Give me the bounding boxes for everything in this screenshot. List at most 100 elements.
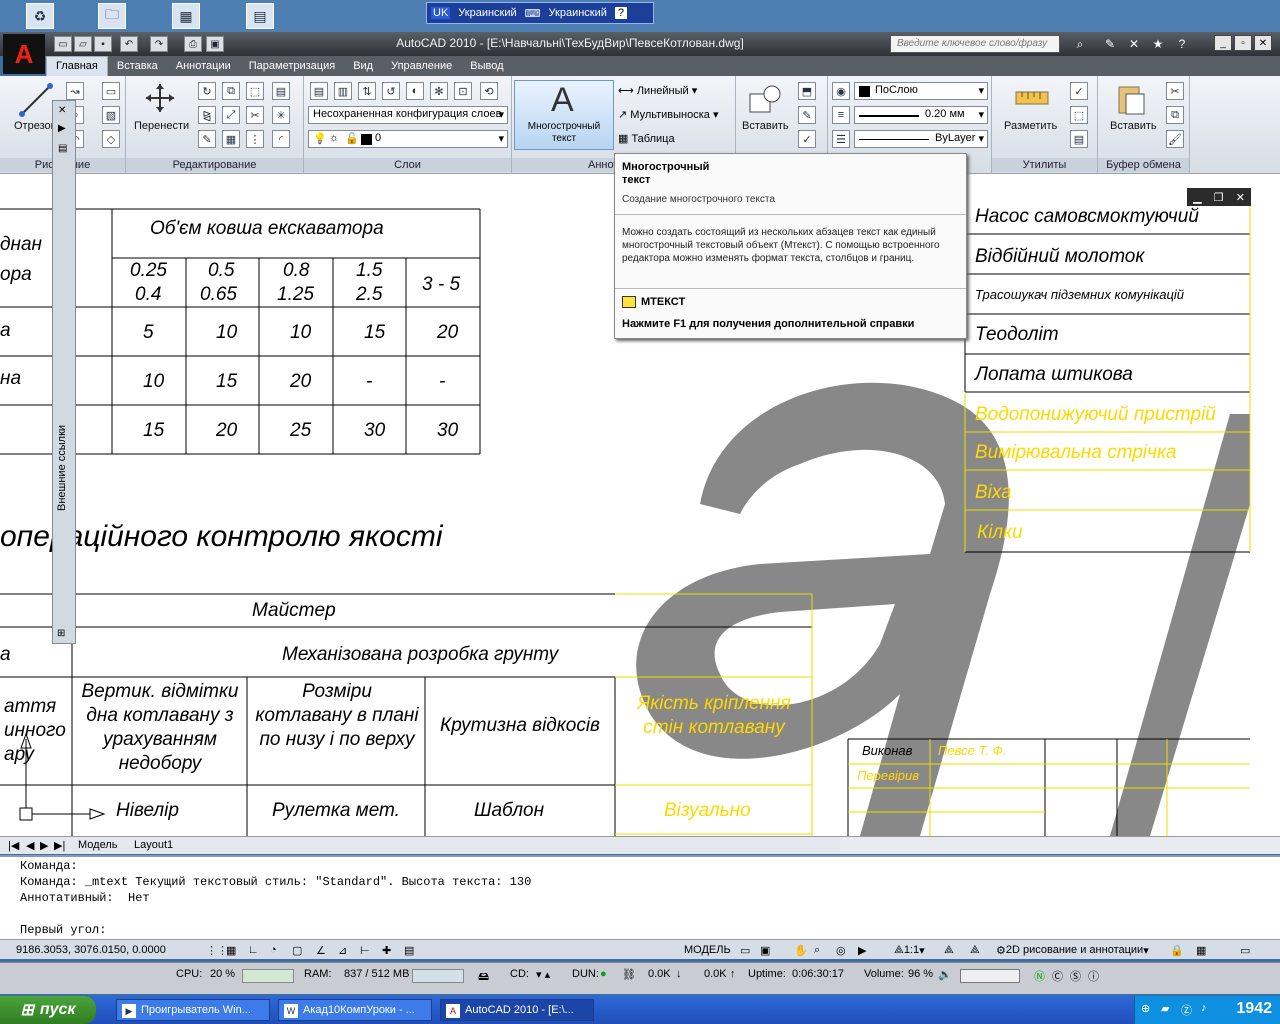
drawing-restore-icon[interactable]: ❐ bbox=[1214, 191, 1224, 204]
cut-icon[interactable]: ✂ bbox=[1166, 82, 1184, 100]
explode-icon[interactable]: ✳ bbox=[272, 106, 290, 124]
mtext-button[interactable]: A Многострочный текст bbox=[514, 80, 614, 150]
speaker-tray-icon[interactable]: ♪ bbox=[1201, 1002, 1207, 1014]
horizontal-scrollbar[interactable] bbox=[840, 836, 1280, 854]
layer-match-icon[interactable]: ⇅ bbox=[358, 82, 376, 100]
open-file-icon[interactable]: ▱ bbox=[74, 36, 92, 52]
last-tab-icon[interactable]: ▶| bbox=[54, 839, 65, 852]
prev-tab-icon[interactable]: ◀ bbox=[26, 839, 34, 852]
zoom-icon[interactable]: ⌕ bbox=[814, 942, 820, 958]
recycle-icon[interactable]: ♻ bbox=[26, 3, 54, 29]
command-line[interactable]: Команда: Команда: _mtext Текущий текстов… bbox=[0, 855, 1280, 939]
layer-state-select[interactable]: Несохраненная конфигурация слоев bbox=[308, 106, 508, 124]
polar-icon[interactable]: ◔ bbox=[270, 942, 277, 958]
layer-previous-icon[interactable]: ↺ bbox=[382, 82, 400, 100]
language-2[interactable]: Украинский bbox=[549, 7, 607, 19]
erase-icon[interactable]: ✎ bbox=[198, 130, 216, 148]
ortho-icon[interactable]: ∟ bbox=[248, 942, 259, 958]
wrench-icon[interactable]: ✎ bbox=[1100, 35, 1120, 53]
lineweight-icon[interactable]: ≡ bbox=[832, 106, 850, 124]
osnap-icon[interactable]: ▢ bbox=[292, 942, 302, 958]
clean-screen-icon[interactable]: ▭ bbox=[1240, 942, 1250, 958]
maximize-button[interactable]: ▫ bbox=[1234, 35, 1252, 51]
palette-close-icon[interactable]: ✕ bbox=[58, 105, 66, 116]
ducs-icon[interactable]: ⊿ bbox=[338, 942, 347, 958]
palette-properties-icon[interactable]: ▤ bbox=[58, 143, 67, 154]
task-word-doc[interactable]: W Акад10КомпУроки - ... bbox=[278, 999, 432, 1021]
layer-walk-icon[interactable]: ⟲ bbox=[480, 82, 498, 100]
drawing-close-icon[interactable]: ✕ bbox=[1236, 191, 1245, 204]
folder-icon[interactable]: 🗀 bbox=[98, 3, 126, 29]
cd-eject-icon[interactable]: ▾ ▴ bbox=[536, 968, 550, 981]
xref-palette[interactable]: ✕ ▶ ▤ Внешние ссылки ⊞ bbox=[52, 100, 76, 644]
table-button[interactable]: ▦ Таблица bbox=[618, 132, 675, 145]
otrack-icon[interactable]: ∠ bbox=[316, 942, 326, 958]
annotation-scale[interactable]: ⟁ 1:1 ▾ bbox=[894, 942, 925, 958]
help-icon[interactable]: ? bbox=[1172, 35, 1192, 53]
z-tray-icon[interactable]: Ⓩ bbox=[1181, 1002, 1192, 1018]
color-wheel-icon[interactable]: ◉ bbox=[832, 82, 850, 100]
volume-slider[interactable] bbox=[960, 969, 1020, 983]
model-toggle[interactable]: МОДЕЛЬ bbox=[684, 942, 731, 958]
speaker-icon[interactable]: 🔈 bbox=[938, 968, 952, 981]
lock-toolbars-icon[interactable]: 🔒 bbox=[1170, 942, 1184, 958]
quick-select-icon[interactable]: ✓ bbox=[1070, 82, 1088, 100]
coordinates-readout[interactable]: 9186.3053, 3076.0150, 0.0000 bbox=[16, 942, 166, 958]
first-tab-icon[interactable]: |◀ bbox=[8, 839, 19, 852]
close-button[interactable]: ✕ bbox=[1254, 35, 1272, 51]
plot-preview-icon[interactable]: ▣ bbox=[206, 36, 224, 52]
palette-autohide-icon[interactable]: ▶ bbox=[58, 123, 66, 134]
tab-parametric[interactable]: Параметризация bbox=[240, 57, 344, 76]
linear-dimension-button[interactable]: ⟷ Линейный ▾ bbox=[618, 84, 697, 97]
measure-label[interactable]: Разметить bbox=[1004, 120, 1057, 132]
match-properties-icon[interactable]: 🖌 bbox=[1166, 130, 1184, 148]
snap-icon[interactable]: ⋮⋮ bbox=[206, 942, 228, 958]
task-media-player[interactable]: ▶ Проигрыватель Win... bbox=[116, 999, 270, 1021]
pan-icon[interactable]: ✋ bbox=[794, 942, 808, 958]
lang-help-button[interactable]: ? bbox=[614, 7, 628, 19]
rotate-icon[interactable]: ↻ bbox=[198, 82, 216, 100]
polyline-icon[interactable]: ↝ bbox=[66, 82, 84, 100]
clock[interactable]: 1942 bbox=[1236, 1000, 1272, 1018]
redo-icon[interactable]: ↷ bbox=[150, 36, 168, 52]
star-icon[interactable]: ★ bbox=[1148, 35, 1168, 53]
trim-icon[interactable]: ✂ bbox=[246, 106, 264, 124]
language-1[interactable]: Украинский bbox=[458, 7, 516, 19]
tab-insert[interactable]: Вставка bbox=[108, 57, 167, 76]
edit-block-icon[interactable]: ✎ bbox=[798, 106, 816, 124]
tab-home[interactable]: Главная bbox=[46, 56, 108, 76]
move-icon[interactable] bbox=[144, 82, 176, 114]
calculator-small-icon[interactable]: ▤ bbox=[1070, 130, 1088, 148]
line-icon[interactable] bbox=[18, 82, 54, 118]
search-input[interactable]: Введите ключевое слово/фразу bbox=[890, 35, 1060, 53]
linetype-select[interactable]: ByLayer bbox=[854, 130, 988, 148]
info-icon[interactable]: ⓘ bbox=[1088, 968, 1099, 984]
array-icon[interactable]: ▦ bbox=[222, 130, 240, 148]
next-tab-icon[interactable]: ▶ bbox=[40, 839, 48, 852]
insert-block-icon[interactable] bbox=[748, 84, 782, 116]
copy-icon[interactable]: ⧉ bbox=[222, 82, 240, 100]
linetype-icon[interactable]: ☰ bbox=[832, 130, 850, 148]
workspace-switch[interactable]: ⚙ 2D рисование и аннотации ▾ bbox=[996, 942, 1149, 958]
language-bar[interactable]: UK Украинский ⌨ Украинский ? bbox=[426, 2, 654, 24]
layer-iso-icon[interactable]: ▤ bbox=[272, 82, 290, 100]
calculator-icon[interactable]: ▤ bbox=[246, 3, 274, 29]
binoculars-icon[interactable]: ⌕ bbox=[1070, 35, 1090, 53]
undo-icon[interactable]: ↶ bbox=[120, 36, 138, 52]
line-button-label[interactable]: Отрезок bbox=[14, 120, 55, 132]
quick-view-drawings-icon[interactable]: ▣ bbox=[760, 942, 770, 958]
layer-properties-icon[interactable]: ▤ bbox=[310, 82, 328, 100]
autocad-logo-icon[interactable]: A bbox=[3, 34, 45, 74]
task-autocad[interactable]: A AutoCAD 2010 - [E:\... bbox=[440, 999, 594, 1021]
fillet-icon[interactable]: ◜ bbox=[272, 130, 290, 148]
select-all-icon[interactable]: ⬚ bbox=[1070, 106, 1088, 124]
tab-output[interactable]: Вывод bbox=[461, 57, 512, 76]
panel-clipboard-label[interactable]: Буфер обмена bbox=[1098, 158, 1189, 172]
current-layer-select[interactable]: 💡 ☼ 🔓 0 bbox=[308, 130, 508, 148]
calendar-icon[interactable]: ▦ bbox=[172, 3, 200, 29]
quick-view-layouts-icon[interactable]: ▭ bbox=[740, 942, 750, 958]
color-select[interactable]: ПоСлою bbox=[854, 82, 988, 100]
showmotion-icon[interactable]: ▶ bbox=[858, 942, 866, 958]
region-icon[interactable]: ◇ bbox=[102, 130, 120, 148]
layer-off-icon[interactable]: ◐ bbox=[406, 82, 424, 100]
